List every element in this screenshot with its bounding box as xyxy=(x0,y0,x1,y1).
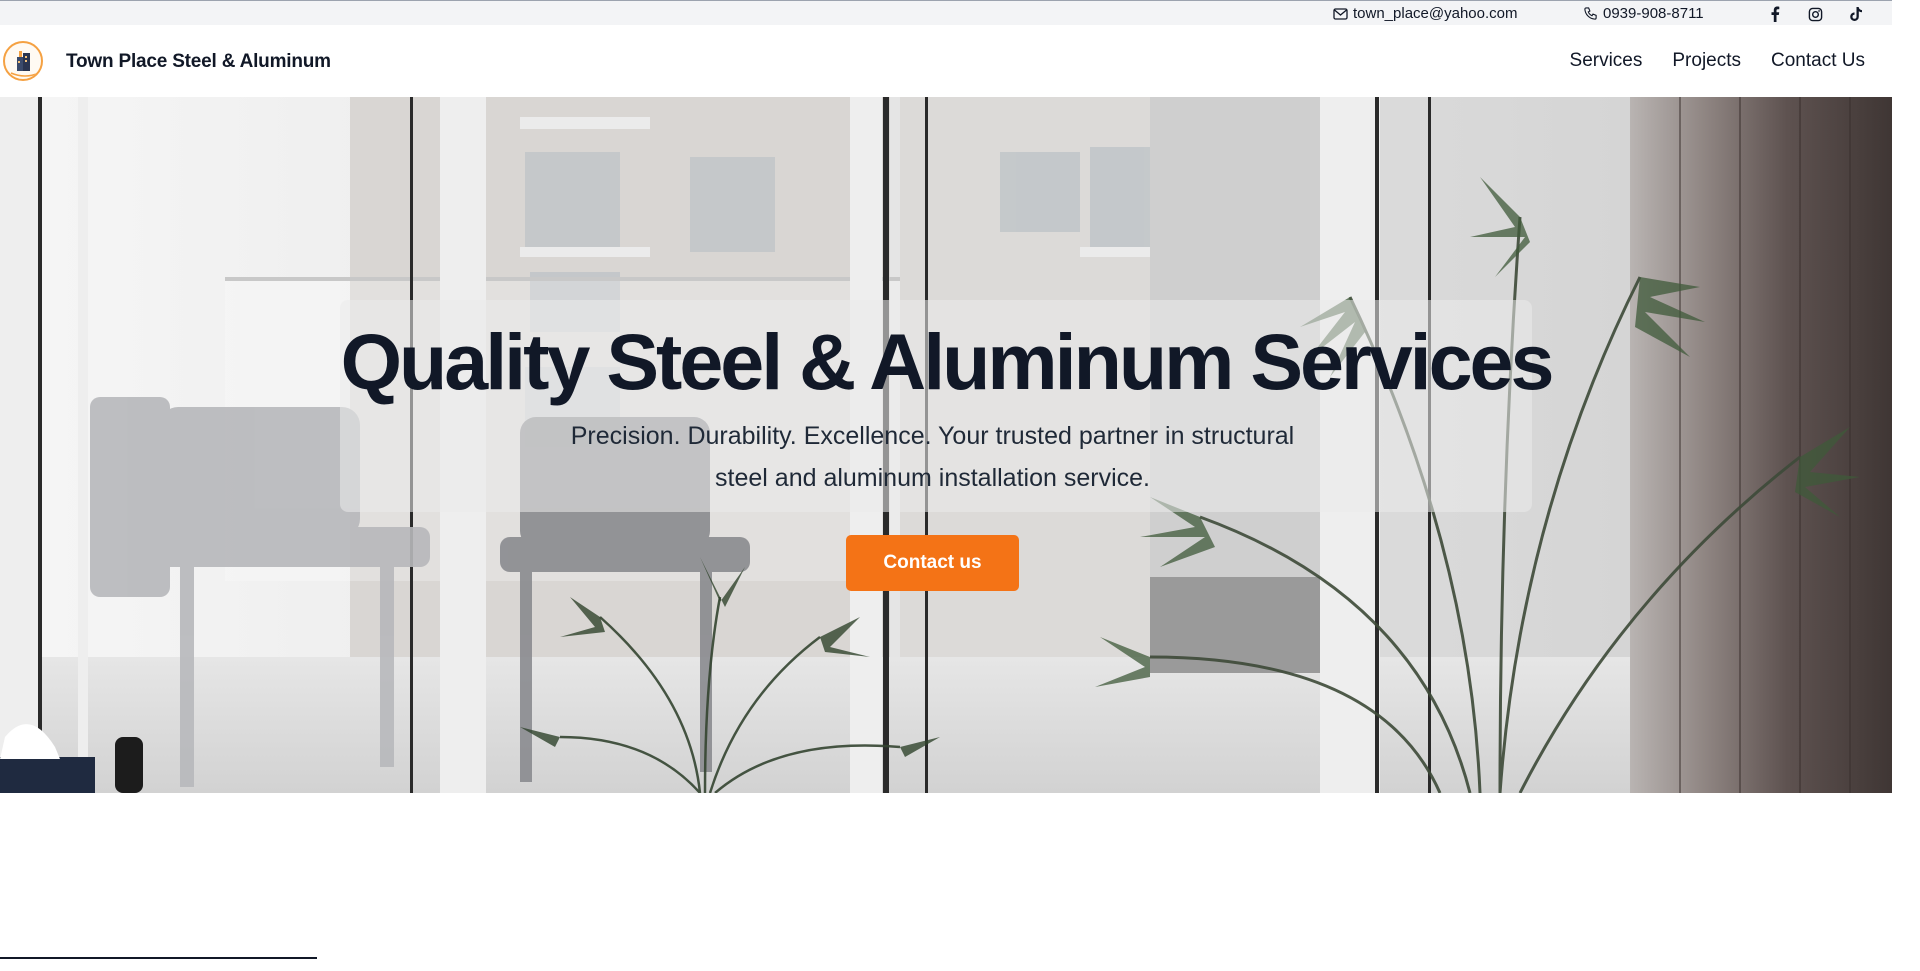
hero-title: Quality Steel & Aluminum Services xyxy=(340,317,1555,406)
top-info-bar: town_place@yahoo.com 0939-908-8711 xyxy=(0,0,1892,25)
phone-text: 0939-908-8711 xyxy=(1603,5,1704,22)
facebook-icon[interactable] xyxy=(1766,5,1784,23)
nav-contact-us[interactable]: Contact Us xyxy=(1771,50,1865,72)
nav-services[interactable]: Services xyxy=(1570,50,1643,72)
hero-subtitle: Precision. Durability. Excellence. Your … xyxy=(570,422,1295,492)
contact-us-button[interactable]: Contact us xyxy=(846,535,1019,591)
nav-projects[interactable]: Projects xyxy=(1672,50,1741,72)
main-nav: Services Projects Contact Us xyxy=(1570,50,1865,72)
site-header: Town Place Steel & Aluminum Services Pro… xyxy=(0,25,1892,97)
brand-name[interactable]: Town Place Steel & Aluminum xyxy=(66,51,331,73)
email-link[interactable]: town_place@yahoo.com xyxy=(1333,5,1518,22)
instagram-icon[interactable] xyxy=(1806,5,1824,23)
hero-section: Quality Steel & Aluminum Services Precis… xyxy=(0,97,1892,793)
phone-icon xyxy=(1584,7,1597,20)
tiktok-icon[interactable] xyxy=(1847,5,1865,23)
company-logo[interactable] xyxy=(3,41,43,81)
email-text: town_place@yahoo.com xyxy=(1353,5,1518,22)
mail-icon xyxy=(1333,7,1348,20)
phone-link[interactable]: 0939-908-8711 xyxy=(1583,5,1704,22)
page: town_place@yahoo.com 0939-908-8711 Town … xyxy=(0,0,1892,971)
section-divider xyxy=(0,957,317,959)
